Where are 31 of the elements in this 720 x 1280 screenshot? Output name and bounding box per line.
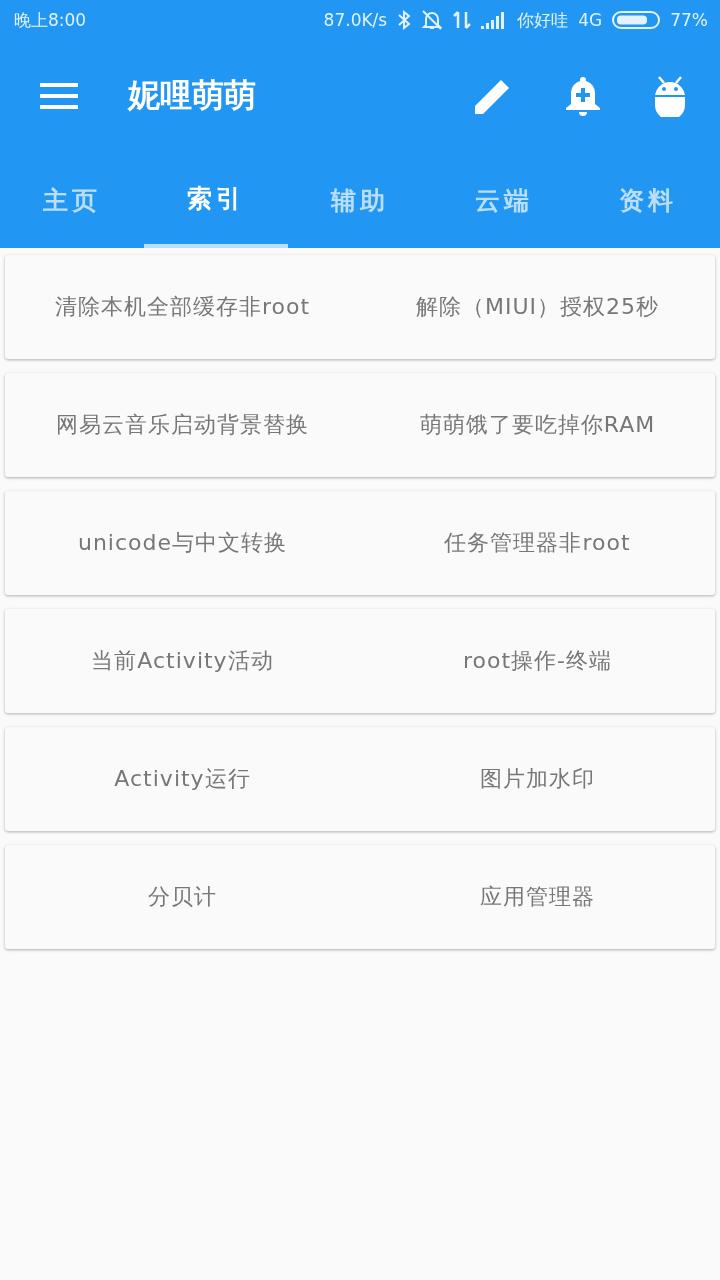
tool-button[interactable]: 任务管理器非root [360, 491, 715, 595]
tool-button[interactable]: 当前Activity活动 [5, 609, 360, 713]
tool-button[interactable]: 解除（MIUI）授权25秒 [360, 255, 715, 359]
tool-button[interactable]: 网易云音乐启动背景替换 [5, 373, 360, 477]
tab[interactable]: 索引 [144, 152, 288, 248]
battery-percent: 77% [670, 10, 708, 30]
tool-button[interactable]: 应用管理器 [360, 845, 715, 949]
robot-icon [654, 75, 686, 117]
tool-button[interactable]: 清除本机全部缓存非root [5, 255, 360, 359]
bell-off-icon [421, 9, 444, 31]
carrier-name: 你好哇 [517, 8, 569, 32]
tab[interactable]: 辅助 [288, 152, 432, 248]
tab[interactable]: 云端 [432, 152, 576, 248]
status-time: 晚上8:00 [14, 8, 87, 32]
data-arrows-icon [453, 10, 472, 30]
menu-icon [40, 82, 78, 110]
pencil-icon [474, 77, 512, 115]
app-title: 妮哩萌萌 [128, 75, 257, 116]
bluetooth-icon [397, 10, 412, 30]
battery-icon [612, 11, 661, 29]
tool-button[interactable]: Activity运行 [5, 727, 360, 831]
bell-plus-icon [564, 75, 602, 117]
tool-button[interactable]: 分贝计 [5, 845, 360, 949]
network-type: 4G [578, 10, 603, 30]
tool-button[interactable]: unicode与中文转换 [5, 491, 360, 595]
network-speed: 87.0K/s [323, 10, 388, 30]
tool-button[interactable]: 图片加水印 [360, 727, 715, 831]
tab[interactable]: 资料 [576, 152, 720, 248]
tab[interactable]: 主页 [0, 152, 144, 248]
tool-button[interactable]: root操作-终端 [360, 609, 715, 713]
tool-button[interactable]: 萌萌饿了要吃掉你RAM [360, 373, 715, 477]
